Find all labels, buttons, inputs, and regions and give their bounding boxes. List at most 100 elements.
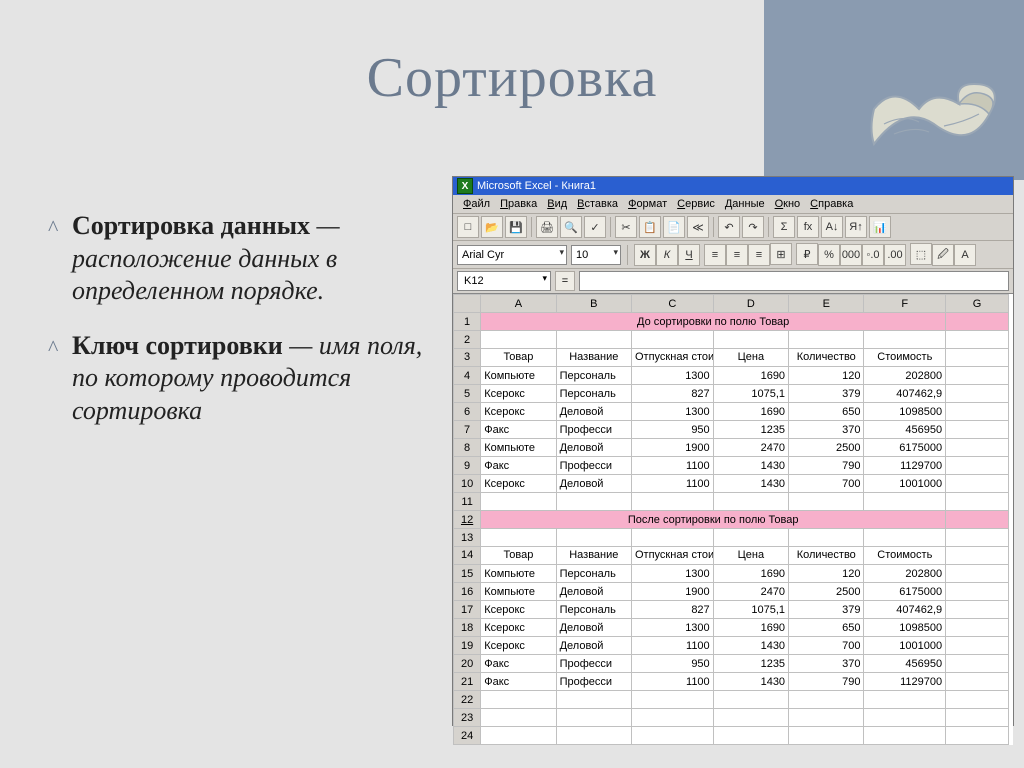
cell[interactable]	[789, 727, 864, 745]
cell[interactable]	[946, 601, 1009, 619]
cell[interactable]	[946, 349, 1009, 367]
cell[interactable]: 24	[454, 727, 481, 745]
tb-button[interactable]: ≪	[687, 216, 709, 238]
cell[interactable]	[946, 385, 1009, 403]
cell[interactable]: 1129700	[864, 673, 946, 691]
fmt-button[interactable]: %	[818, 244, 840, 266]
cell[interactable]: Деловой	[556, 637, 631, 655]
tb-button[interactable]: 📄	[663, 216, 685, 238]
formula-input[interactable]	[579, 271, 1009, 291]
cell[interactable]: 21	[454, 673, 481, 691]
cell[interactable]: Професси	[556, 421, 631, 439]
cell[interactable]	[789, 529, 864, 547]
cell[interactable]	[713, 709, 788, 727]
cell[interactable]: 10	[454, 475, 481, 493]
cell[interactable]	[481, 493, 556, 511]
cell[interactable]: Професси	[556, 655, 631, 673]
fmt-button[interactable]: 🖉	[932, 244, 954, 266]
cell[interactable]	[946, 421, 1009, 439]
equals-button[interactable]: =	[555, 271, 575, 291]
cell[interactable]: 700	[789, 475, 864, 493]
cell[interactable]: Деловой	[556, 475, 631, 493]
cell[interactable]: 120	[789, 565, 864, 583]
cell[interactable]	[864, 493, 946, 511]
menu-Сервис[interactable]: Сервис	[673, 197, 719, 211]
col-header[interactable]: D	[713, 295, 788, 313]
fmt-button[interactable]: ₽	[796, 243, 818, 265]
cell[interactable]: 379	[789, 601, 864, 619]
fmt-button[interactable]: ◦.0	[862, 244, 884, 266]
tb-button[interactable]: fx	[797, 216, 819, 238]
cell[interactable]: Товар	[481, 349, 556, 367]
tb-button[interactable]: 🖨	[536, 216, 558, 238]
cell[interactable]: Деловой	[556, 619, 631, 637]
cell[interactable]: Ксерокс	[481, 403, 556, 421]
cell[interactable]	[632, 691, 714, 709]
fmt-button[interactable]: ≡	[748, 244, 770, 266]
cell[interactable]: 1900	[632, 439, 714, 457]
cell[interactable]	[789, 493, 864, 511]
cell[interactable]: Ксерокс	[481, 385, 556, 403]
cell[interactable]	[946, 619, 1009, 637]
cell[interactable]: Факс	[481, 655, 556, 673]
cell[interactable]	[946, 457, 1009, 475]
cell[interactable]	[556, 529, 631, 547]
fmt-button[interactable]: ⊞	[770, 243, 792, 265]
tb-button[interactable]: Σ	[773, 216, 795, 238]
cell[interactable]: Ксерокс	[481, 619, 556, 637]
cell[interactable]: 379	[789, 385, 864, 403]
cell[interactable]: 6175000	[864, 439, 946, 457]
cell[interactable]: Название	[556, 349, 631, 367]
cell[interactable]: 2470	[713, 439, 788, 457]
cell[interactable]: 3	[454, 349, 481, 367]
cell[interactable]: 22	[454, 691, 481, 709]
cell[interactable]: Название	[556, 547, 631, 565]
menu-Окно[interactable]: Окно	[771, 197, 805, 211]
cell[interactable]: 15	[454, 565, 481, 583]
cell[interactable]: 1100	[632, 637, 714, 655]
name-box[interactable]: K12	[457, 271, 551, 291]
cell[interactable]: 12	[454, 511, 481, 529]
cell[interactable]: 370	[789, 655, 864, 673]
cell[interactable]: 827	[632, 601, 714, 619]
cell[interactable]	[946, 313, 1009, 331]
cell[interactable]: 650	[789, 403, 864, 421]
cell[interactable]: 18	[454, 619, 481, 637]
tb-button[interactable]: □	[457, 216, 479, 238]
cell[interactable]: Компьюте	[481, 367, 556, 385]
cell[interactable]	[632, 727, 714, 745]
cell[interactable]: 1300	[632, 565, 714, 583]
cell[interactable]	[713, 727, 788, 745]
cell[interactable]: 23	[454, 709, 481, 727]
cell[interactable]: 1001000	[864, 475, 946, 493]
cell[interactable]: 1900	[632, 583, 714, 601]
cell[interactable]: 456950	[864, 655, 946, 673]
col-header[interactable]: B	[556, 295, 631, 313]
cell[interactable]: 1075,1	[713, 385, 788, 403]
cell[interactable]: После сортировки по полю Товар	[481, 511, 946, 529]
cell[interactable]: Отпускная стоимость	[632, 547, 714, 565]
cell[interactable]	[946, 583, 1009, 601]
cell[interactable]	[946, 565, 1009, 583]
cell[interactable]	[713, 529, 788, 547]
cell[interactable]: 9	[454, 457, 481, 475]
cell[interactable]: 1300	[632, 619, 714, 637]
cell[interactable]	[556, 727, 631, 745]
cell[interactable]	[946, 655, 1009, 673]
excel-titlebar[interactable]: X Microsoft Excel - Книга1	[453, 177, 1013, 195]
cell[interactable]: 790	[789, 673, 864, 691]
col-header[interactable]	[454, 295, 481, 313]
cell[interactable]: Товар	[481, 547, 556, 565]
cell[interactable]: Факс	[481, 673, 556, 691]
cell[interactable]	[789, 691, 864, 709]
cell[interactable]: Ксерокс	[481, 475, 556, 493]
cell[interactable]	[556, 691, 631, 709]
cell[interactable]	[946, 691, 1009, 709]
font-name-select[interactable]: Arial Cyr	[457, 245, 567, 265]
cell[interactable]	[481, 709, 556, 727]
cell[interactable]: Персональ	[556, 601, 631, 619]
cell[interactable]	[556, 709, 631, 727]
cell[interactable]: 1	[454, 313, 481, 331]
fmt-button[interactable]: К	[656, 244, 678, 266]
cell[interactable]	[864, 529, 946, 547]
